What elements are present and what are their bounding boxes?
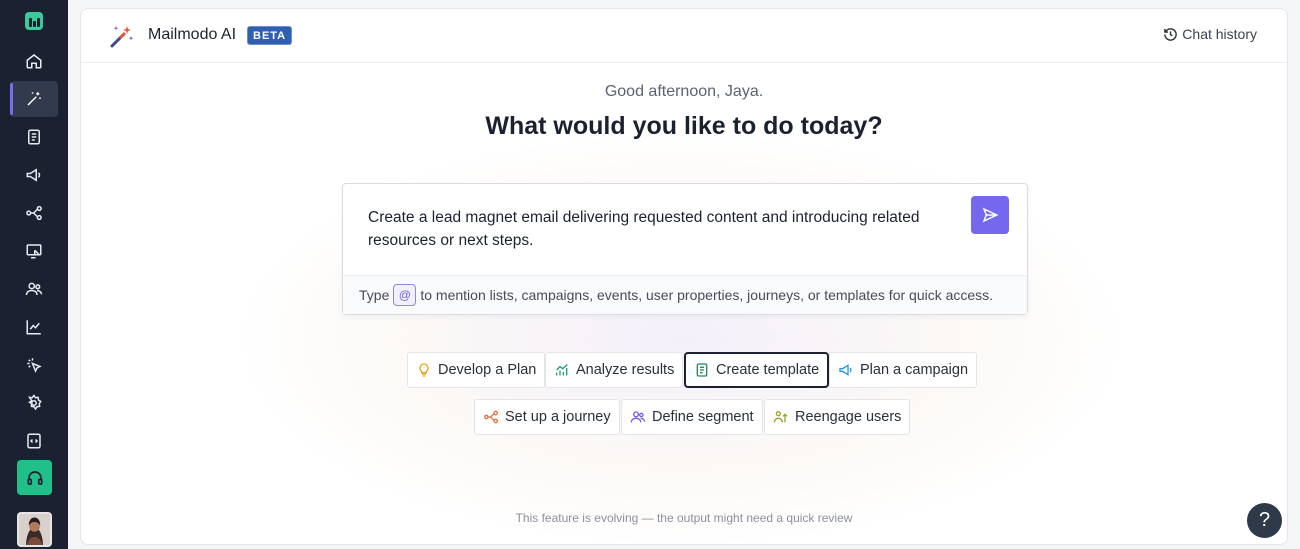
avatar[interactable]: [17, 512, 52, 547]
chat-history-label: Chat history: [1182, 26, 1257, 42]
chart-icon: [556, 364, 568, 376]
mailmodo-logo[interactable]: [25, 12, 43, 30]
reengage-icon: [773, 411, 788, 423]
setup-journey-button[interactable]: Set up a journey: [474, 399, 620, 435]
segment-icon: [630, 411, 646, 423]
sidebar: [0, 0, 68, 549]
reengage-users-button[interactable]: Reengage users: [764, 399, 911, 435]
chat-history-button[interactable]: Chat history: [1163, 26, 1257, 42]
click-icon[interactable]: [10, 347, 58, 383]
hint-suffix: to mention lists, campaigns, events, use…: [420, 287, 994, 303]
headphones-icon: [26, 470, 43, 485]
journey-icon: [484, 410, 498, 424]
lightbulb-icon: [419, 363, 429, 377]
prompt-input[interactable]: Create a lead magnet email delivering re…: [368, 206, 948, 252]
journey-icon[interactable]: [10, 195, 58, 231]
hint-prefix: Type: [359, 287, 390, 303]
mention-symbol[interactable]: @: [393, 284, 417, 306]
support-button[interactable]: [17, 460, 52, 495]
send-button[interactable]: [971, 196, 1009, 234]
header: Mailmodo AI BETA Chat history: [81, 9, 1287, 63]
screen-cursor-icon[interactable]: [10, 233, 58, 269]
prompt-box[interactable]: Create a lead magnet email delivering re…: [342, 183, 1028, 315]
send-icon: [982, 207, 999, 223]
main-panel: Mailmodo AI BETA Chat history Good after…: [80, 8, 1288, 545]
users-icon[interactable]: [10, 271, 58, 307]
magic-wand-icon[interactable]: [10, 81, 58, 117]
define-segment-button[interactable]: Define segment: [621, 399, 763, 435]
disclaimer: This feature is evolving — the output mi…: [515, 511, 853, 525]
beta-badge: BETA: [247, 26, 293, 45]
app-name: Mailmodo AI: [148, 26, 237, 43]
help-button[interactable]: ?: [1247, 503, 1282, 538]
mention-hint: Type @ to mention lists, campaigns, even…: [343, 275, 1027, 314]
code-icon[interactable]: [10, 423, 58, 459]
settings-icon[interactable]: [10, 385, 58, 421]
megaphone-icon[interactable]: [10, 157, 58, 193]
greeting: Good afternoon, Jaya.: [604, 83, 764, 100]
mailmodo-ai-icon: [110, 26, 134, 48]
plan-campaign-button[interactable]: Plan a campaign: [829, 352, 978, 388]
analytics-icon[interactable]: [10, 309, 58, 345]
history-icon: [1164, 27, 1178, 41]
document-icon[interactable]: [10, 119, 58, 155]
template-icon: [696, 363, 708, 377]
home-icon[interactable]: [10, 43, 58, 79]
megaphone-icon: [839, 364, 852, 376]
analyze-results-button[interactable]: Analyze results: [545, 352, 684, 388]
create-template-button[interactable]: Create template: [684, 352, 830, 388]
develop-plan-button[interactable]: Develop a Plan: [407, 352, 546, 388]
page-title: What would you like to do today?: [485, 112, 883, 140]
